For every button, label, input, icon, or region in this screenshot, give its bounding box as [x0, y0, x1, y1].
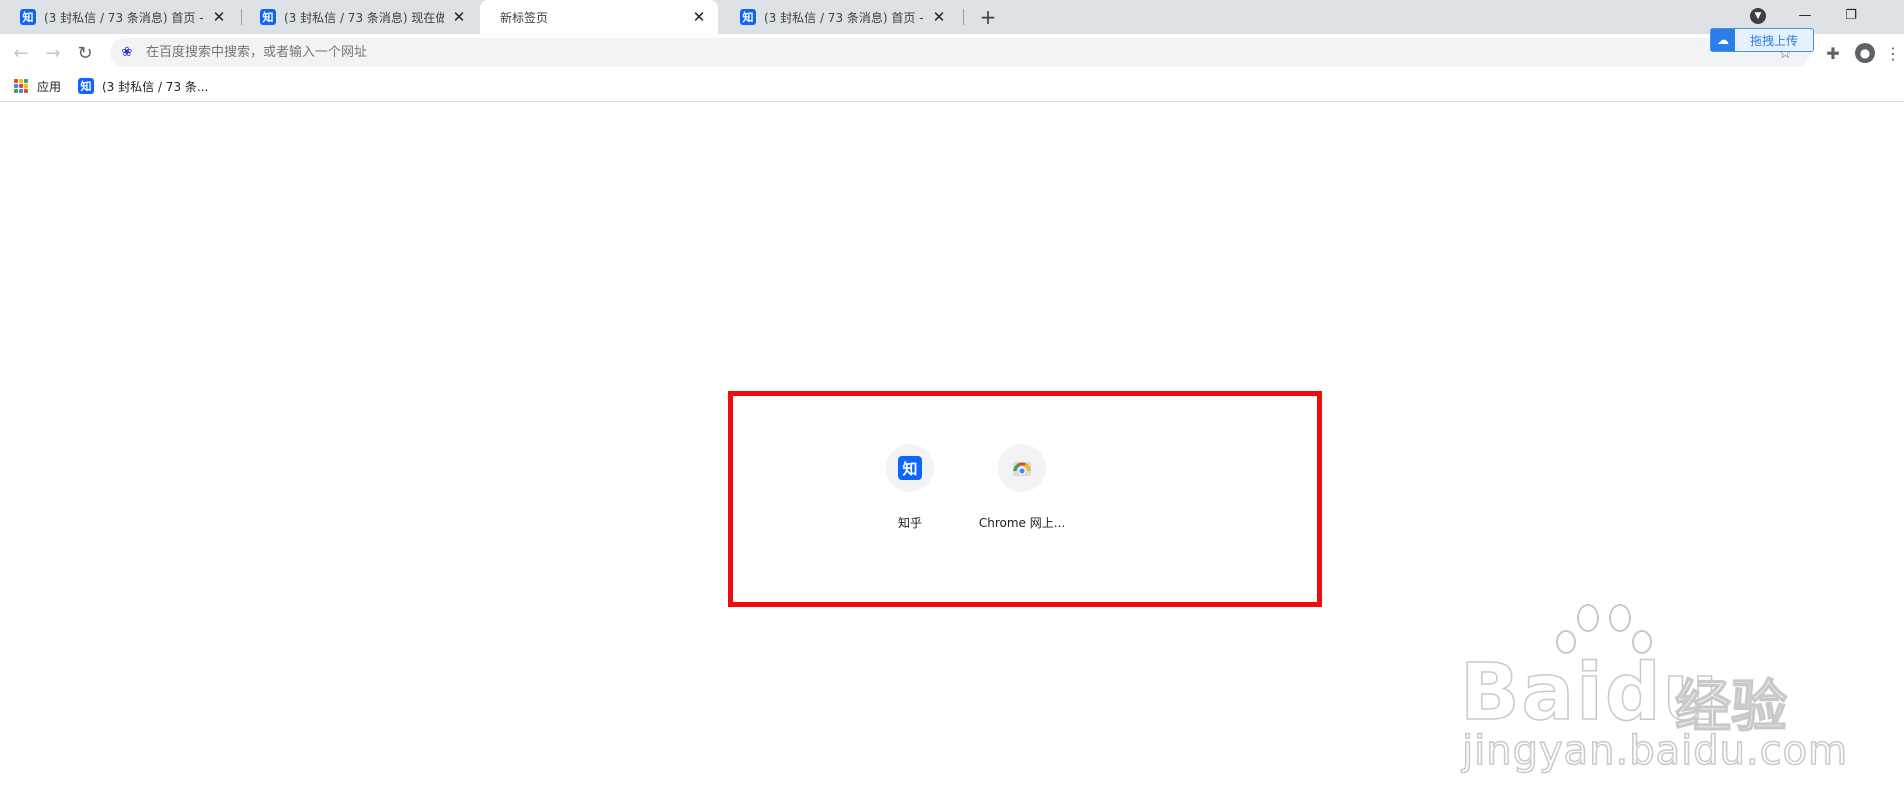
chrome-web-store-icon — [1013, 462, 1031, 476]
reload-button[interactable]: ↻ — [72, 40, 98, 66]
extensions-button[interactable]: ✚ — [1822, 42, 1844, 64]
tab-title: (3 封私信 / 73 条消息) 首页 - 知乎 — [764, 10, 924, 25]
baidu-jingyan-watermark: Baidu 经验 jingyan.baidu.com — [1450, 600, 1850, 780]
bookmarks-bar: 应用 知 (3 封私信 / 73 条... — [0, 70, 1904, 102]
bookmark-label: (3 封私信 / 73 条... — [102, 79, 209, 94]
close-icon[interactable]: ✕ — [930, 8, 948, 26]
tab-title: 新标签页 — [500, 10, 549, 25]
tab-new-tab[interactable]: 新标签页 ✕ — [480, 0, 718, 34]
tab-title: (3 封私信 / 73 条消息) 首页 - 知乎 — [44, 10, 204, 25]
shortcut-icon-circle — [998, 444, 1046, 492]
address-bar[interactable]: ❀ ☆ — [110, 38, 1810, 67]
upload-widget[interactable]: ☁ 拖拽上传 — [1710, 28, 1814, 52]
tab-zhihu-home-2[interactable]: 知 (3 封私信 / 73 条消息) 首页 - 知乎 ✕ — [720, 0, 958, 34]
apps-shortcut[interactable]: 应用 — [14, 76, 61, 96]
apps-label: 应用 — [37, 79, 62, 94]
puzzle-icon: ✚ — [1826, 43, 1840, 63]
tab-divider — [963, 9, 964, 25]
upload-label: 拖拽上传 — [1749, 33, 1798, 48]
kebab-menu-icon: ⋮ — [1885, 43, 1901, 63]
close-icon[interactable]: ✕ — [210, 8, 228, 26]
restore-button[interactable]: ❐ — [1828, 0, 1874, 30]
apps-grid-icon — [14, 79, 28, 93]
tab-zhihu-home-1[interactable]: 知 (3 封私信 / 73 条消息) 首页 - 知乎 ✕ — [0, 0, 238, 34]
omnibox-input[interactable] — [144, 44, 1648, 61]
shortcut-tile-zhihu[interactable]: 知 知乎 — [854, 428, 966, 540]
zhihu-favicon-icon: 知 — [740, 9, 756, 25]
arrow-right-icon: → — [45, 42, 61, 64]
minimize-icon: — — [1798, 7, 1812, 23]
forward-button[interactable]: → — [40, 40, 66, 66]
shortcut-icon-circle: 知 — [886, 444, 934, 492]
close-icon[interactable]: ✕ — [690, 8, 708, 26]
baidu-netdisk-icon: ☁ — [1711, 29, 1735, 51]
toolbar: ← → ↻ ❀ ☆ ✚ ● ⋮ — [0, 34, 1904, 70]
menu-button[interactable]: ⋮ — [1885, 42, 1901, 64]
tab-strip: 知 (3 封私信 / 73 条消息) 首页 - 知乎 ✕ 知 (3 封私信 / … — [0, 0, 1904, 34]
back-button[interactable]: ← — [8, 40, 34, 66]
zhihu-favicon-icon: 知 — [20, 9, 36, 25]
baidu-paw-icon: ❀ — [121, 45, 133, 60]
reload-icon: ↻ — [77, 42, 93, 64]
shortcut-label: Chrome 网上... — [978, 516, 1066, 530]
zhihu-favicon-icon: 知 — [260, 9, 276, 25]
shortcut-tile-chrome-web-store[interactable]: Chrome 网上... — [966, 428, 1078, 540]
tab-zhihu-question[interactable]: 知 (3 封私信 / 73 条消息) 现在做个… ✕ — [240, 0, 478, 34]
bookmark-zhihu[interactable]: 知 (3 封私信 / 73 条... — [78, 76, 208, 96]
plus-icon: + — [979, 5, 997, 29]
tab-title: (3 封私信 / 73 条消息) 现在做个… — [284, 10, 444, 25]
zhihu-favicon-icon: 知 — [78, 78, 94, 94]
tab-search-button[interactable]: ▼ — [1750, 8, 1766, 24]
zhihu-favicon-icon: 知 — [898, 456, 922, 480]
minimize-button[interactable]: — — [1782, 0, 1828, 30]
profile-button[interactable]: ● — [1854, 42, 1876, 64]
chevron-down-icon: ▼ — [1754, 11, 1762, 21]
new-tab-button[interactable]: + — [976, 5, 1000, 29]
arrow-left-icon: ← — [13, 42, 29, 64]
close-icon[interactable]: ✕ — [450, 8, 468, 26]
shortcut-label: 知乎 — [897, 516, 922, 530]
restore-icon: ❐ — [1845, 7, 1857, 23]
avatar-icon: ● — [1855, 43, 1875, 63]
watermark-url: jingyan.baidu.com — [1461, 727, 1849, 775]
